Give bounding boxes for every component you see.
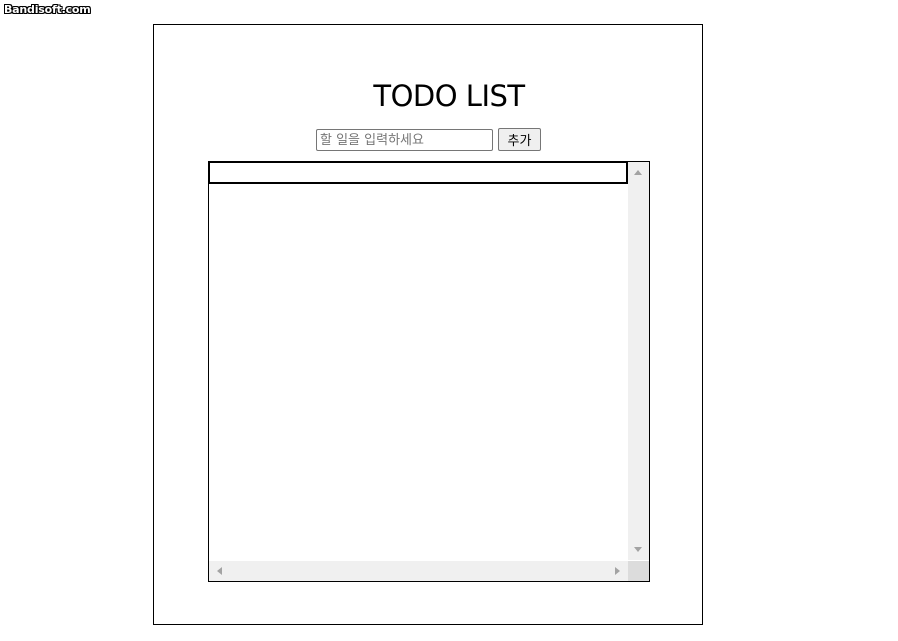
scrollbar-corner xyxy=(628,561,649,581)
horizontal-scrollbar[interactable] xyxy=(209,561,628,581)
list-item[interactable] xyxy=(209,162,628,184)
bandisoft-watermark: Bandisoft.com xyxy=(4,3,91,16)
scroll-left-icon[interactable] xyxy=(217,567,222,575)
scroll-up-icon[interactable] xyxy=(634,170,642,175)
scroll-down-icon[interactable] xyxy=(634,547,642,552)
vertical-scrollbar[interactable] xyxy=(628,162,649,560)
page-title: TODO LIST xyxy=(373,79,525,113)
scroll-right-icon[interactable] xyxy=(615,567,620,575)
add-button[interactable]: 추가 xyxy=(498,128,541,151)
todo-input[interactable] xyxy=(316,129,493,151)
todo-list[interactable] xyxy=(208,161,650,582)
